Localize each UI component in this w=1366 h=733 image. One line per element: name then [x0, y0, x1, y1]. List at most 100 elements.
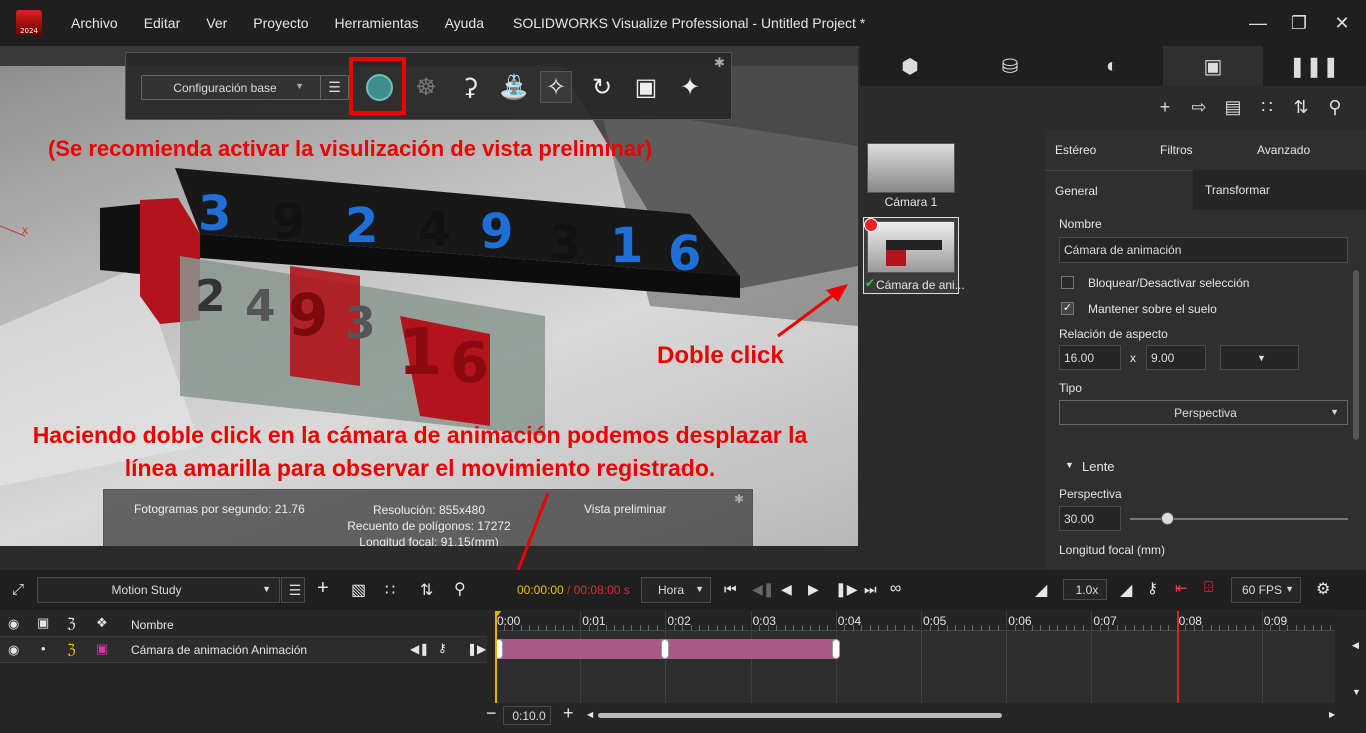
- database-icon[interactable]: ⛁: [960, 46, 1060, 86]
- prev-key-icon[interactable]: ◀❚: [752, 581, 775, 598]
- key-icon[interactable]: ⚷: [438, 641, 447, 655]
- play-icon[interactable]: ▶: [808, 581, 819, 598]
- motion-study-select[interactable]: Motion Study ▼: [37, 577, 280, 603]
- restore-icon[interactable]: ❐: [1281, 8, 1317, 38]
- track-row[interactable]: ◉ • ℨ ▣ Cámara de animación Animación ◀❚…: [0, 637, 487, 663]
- sort-icon[interactable]: ⇅: [420, 580, 433, 600]
- menu-archivo[interactable]: Archivo: [58, 15, 131, 31]
- lens-section[interactable]: Lente: [1082, 459, 1115, 474]
- list-icon[interactable]: ☰: [320, 76, 348, 99]
- horizontal-scrollbar[interactable]: [598, 713, 1002, 718]
- turntable-icon[interactable]: ⚳: [454, 71, 486, 103]
- close-icon[interactable]: ✕: [1324, 8, 1360, 38]
- playhead-handle[interactable]: [495, 611, 502, 618]
- aspect-preset-select[interactable]: ▼: [1220, 345, 1299, 370]
- next-key-icon[interactable]: ❚▶: [467, 642, 486, 656]
- name-input[interactable]: Cámara de animación: [1059, 237, 1348, 263]
- menu-herramientas[interactable]: Herramientas: [322, 15, 432, 31]
- camera-effects-icon[interactable]: ✦: [674, 71, 706, 103]
- lock-icon[interactable]: ▣: [37, 615, 49, 631]
- minimize-icon[interactable]: —: [1240, 8, 1276, 38]
- tab-general[interactable]: General: [1045, 170, 1193, 210]
- preview-sphere-icon[interactable]: [366, 74, 393, 101]
- speed-input[interactable]: 1.0x: [1063, 579, 1107, 600]
- scroll-down-icon[interactable]: ▼: [1352, 687, 1361, 697]
- eye-icon[interactable]: ◉: [8, 642, 19, 658]
- settings-icon[interactable]: ⚙: [1316, 579, 1330, 599]
- skip-end-icon[interactable]: ⏭: [864, 581, 877, 598]
- keyframe-handle[interactable]: [831, 639, 840, 659]
- perspective-slider[interactable]: [1130, 512, 1348, 525]
- pin-icon[interactable]: ✱: [714, 55, 725, 71]
- transform-icon[interactable]: ✧: [540, 71, 572, 103]
- ease-out-icon[interactable]: ◢: [1120, 580, 1132, 600]
- tab-avanzado[interactable]: Avanzado: [1257, 143, 1310, 157]
- app-logo[interactable]: 2024: [16, 10, 42, 36]
- grid-icon[interactable]: ∷: [1254, 94, 1280, 120]
- aspect-width-input[interactable]: 16.00: [1059, 345, 1121, 370]
- zoom-input[interactable]: 0:10.0: [503, 706, 551, 725]
- camera-item-2[interactable]: ✔ Cámara de ani...: [863, 217, 965, 294]
- clapper-icon[interactable]: ▧: [351, 580, 366, 600]
- render-viewport[interactable]: 3 9 2 4 9 3 1 6 2 4 9 3 1 6 x Configurac…: [0, 46, 858, 546]
- pin-icon[interactable]: ✱: [734, 492, 744, 506]
- object-icon[interactable]: ❖: [96, 615, 108, 631]
- aspect-height-input[interactable]: 9.00: [1146, 345, 1206, 370]
- search-icon[interactable]: ⚲: [454, 579, 466, 599]
- timeline-area[interactable]: 0:00 0:01 0:02 0:03 0:04 0:05 0:06 0:07 0:08 0:09: [495, 611, 1335, 703]
- tab-transformar[interactable]: Transformar: [1193, 170, 1366, 210]
- fps-select[interactable]: 60 FPS ▼: [1231, 577, 1301, 603]
- brain-render-icon[interactable]: ☸: [410, 71, 442, 103]
- menu-ayuda[interactable]: Ayuda: [432, 15, 497, 31]
- keyframe-handle[interactable]: [661, 639, 670, 659]
- marker-end-icon[interactable]: ⌹: [1204, 579, 1213, 596]
- prev-key-icon[interactable]: ◀❚: [410, 642, 429, 656]
- config-select[interactable]: Configuración base ▼ ☰: [141, 75, 349, 100]
- list-icon[interactable]: ☰: [281, 577, 305, 603]
- grid-icon[interactable]: ∷: [385, 580, 395, 600]
- slider-knob[interactable]: [1160, 512, 1174, 525]
- menu-ver[interactable]: Ver: [193, 15, 240, 31]
- camera-thumb-1[interactable]: [867, 143, 955, 193]
- skip-start-icon[interactable]: ⏮: [724, 581, 737, 598]
- loop-icon[interactable]: ∞: [890, 580, 901, 598]
- search-icon[interactable]: ⚲: [1322, 94, 1348, 120]
- playhead[interactable]: [495, 611, 497, 703]
- box-icon[interactable]: ▣: [630, 71, 662, 103]
- type-select[interactable]: Perspectiva ▼: [1059, 400, 1348, 425]
- zoom-out-icon[interactable]: −: [486, 703, 497, 724]
- zoom-in-icon[interactable]: +: [563, 703, 574, 724]
- menu-proyecto[interactable]: Proyecto: [240, 15, 321, 31]
- eye-icon[interactable]: ◉: [8, 616, 19, 632]
- sort-icon[interactable]: ⇅: [1288, 94, 1314, 120]
- path-icon[interactable]: ℨ: [67, 615, 76, 632]
- camera-label-1[interactable]: Cámara 1: [867, 195, 955, 209]
- menu-editar[interactable]: Editar: [131, 15, 194, 31]
- appearance-bucket-icon[interactable]: ⛲: [498, 71, 530, 103]
- marker-left-icon[interactable]: ⇤: [1175, 579, 1188, 597]
- add-icon[interactable]: +: [317, 577, 329, 600]
- collapse-icon[interactable]: ⤢: [12, 581, 24, 598]
- lock-checkbox[interactable]: [1061, 276, 1074, 289]
- perspective-input[interactable]: 30.00: [1059, 506, 1121, 531]
- add-icon[interactable]: +: [1152, 94, 1178, 120]
- layout-icon[interactable]: ▤: [1220, 94, 1246, 120]
- end-marker[interactable]: [1176, 611, 1179, 703]
- step-back-icon[interactable]: ◀: [781, 581, 792, 598]
- tab-filtros[interactable]: Filtros: [1160, 143, 1193, 157]
- ease-in-icon[interactable]: ◢: [1035, 580, 1047, 600]
- palette-icon[interactable]: ❚❚❚: [1264, 46, 1364, 86]
- refresh-icon[interactable]: ↻: [586, 71, 618, 103]
- camera-icon[interactable]: ▣: [1163, 46, 1263, 86]
- tab-estereo[interactable]: Estéreo: [1055, 143, 1096, 157]
- caret-down-icon[interactable]: ▼: [1065, 460, 1074, 470]
- path-icon[interactable]: ℨ: [67, 641, 76, 658]
- scroll-right-icon[interactable]: ▶: [1329, 710, 1335, 719]
- import-icon[interactable]: ⇨: [1186, 94, 1212, 120]
- scroll-right-icon[interactable]: ◀: [1352, 640, 1359, 651]
- next-key-icon[interactable]: ❚▶: [835, 581, 858, 598]
- time-unit-select[interactable]: Hora ▼: [641, 577, 711, 603]
- scroll-left-icon[interactable]: ◀: [587, 710, 593, 719]
- key-icon[interactable]: ⚷: [1147, 579, 1158, 597]
- model-icon[interactable]: ⬢: [860, 46, 960, 86]
